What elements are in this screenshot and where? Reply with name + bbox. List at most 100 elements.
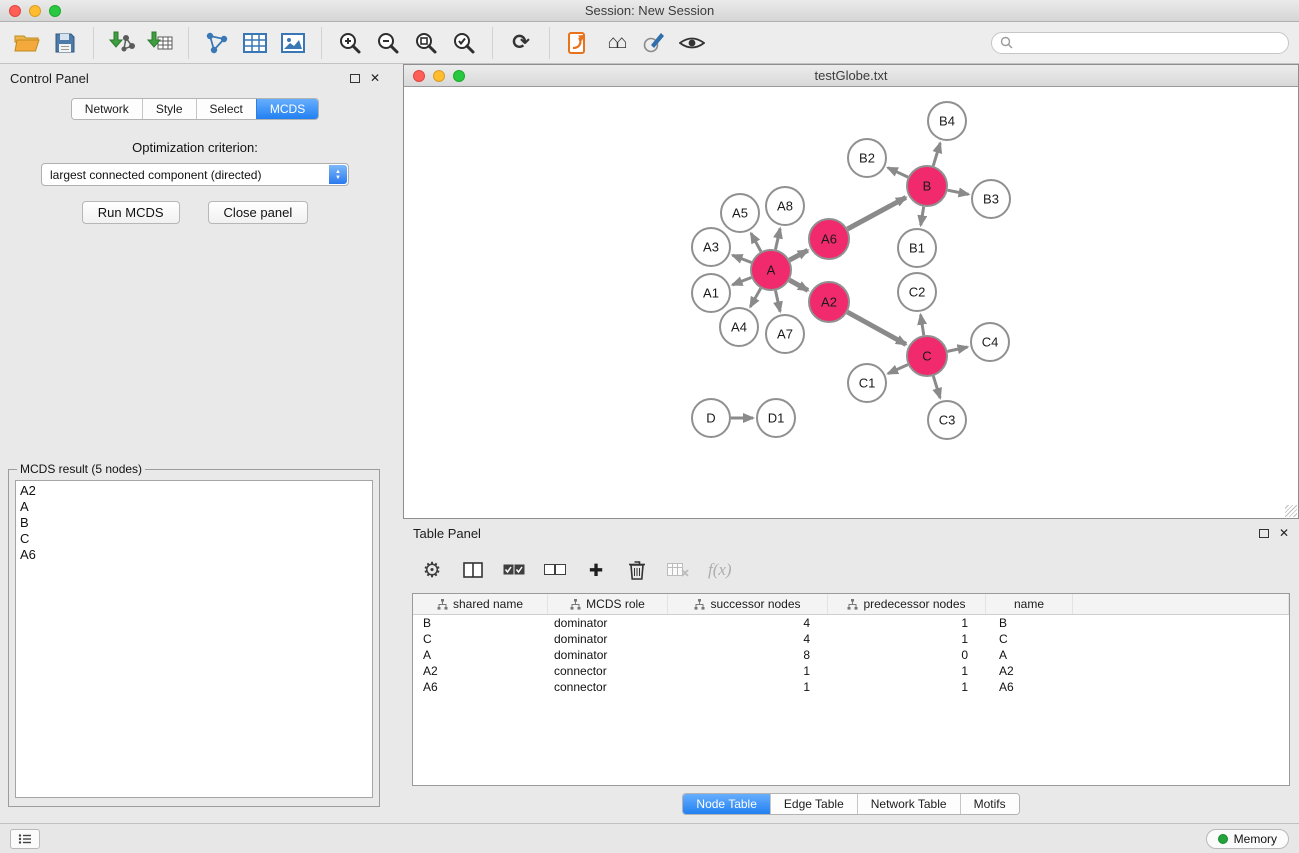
- edge-A-A4[interactable]: [750, 288, 760, 307]
- deselect-all-columns-button[interactable]: [544, 564, 566, 576]
- edge-A-A3[interactable]: [733, 255, 752, 262]
- edge-B-B4[interactable]: [933, 143, 940, 166]
- node-A4[interactable]: A4: [720, 308, 758, 346]
- close-panel-button[interactable]: Close panel: [208, 201, 309, 224]
- node-B[interactable]: B: [907, 166, 947, 206]
- create-column-button[interactable]: ✚: [585, 562, 607, 579]
- export-image-button[interactable]: [276, 26, 310, 60]
- node-C2[interactable]: C2: [898, 273, 936, 311]
- edge-A-A2[interactable]: [789, 280, 808, 290]
- edge-A2-C[interactable]: [847, 312, 906, 344]
- tab-network-table[interactable]: Network Table: [857, 794, 960, 814]
- close-panel-icon[interactable]: ✕: [370, 72, 380, 84]
- column-header-mcds-role[interactable]: MCDS role: [548, 594, 668, 614]
- minimize-network-button[interactable]: [433, 70, 445, 82]
- node-C3[interactable]: C3: [928, 401, 966, 439]
- new-table-button[interactable]: [238, 26, 272, 60]
- function-builder-button[interactable]: f(x): [708, 560, 732, 580]
- tab-node-table[interactable]: Node Table: [683, 794, 770, 814]
- select-all-columns-button[interactable]: [503, 564, 525, 576]
- new-network-button[interactable]: [200, 26, 234, 60]
- column-header-predecessor-nodes[interactable]: predecessor nodes: [828, 594, 986, 614]
- delete-column-button[interactable]: [626, 560, 648, 580]
- column-header-shared-name[interactable]: shared name: [413, 594, 548, 614]
- node-B4[interactable]: B4: [928, 102, 966, 140]
- close-network-button[interactable]: [413, 70, 425, 82]
- node-A5[interactable]: A5: [721, 194, 759, 232]
- node-A1[interactable]: A1: [692, 274, 730, 312]
- style-brush-button[interactable]: [637, 26, 671, 60]
- zoom-selected-button[interactable]: [447, 26, 481, 60]
- resize-grip[interactable]: [1285, 505, 1297, 517]
- node-A[interactable]: A: [751, 250, 791, 290]
- tab-motifs[interactable]: Motifs: [960, 794, 1019, 814]
- edge-C-C2[interactable]: [921, 315, 924, 336]
- edge-C-C3[interactable]: [933, 376, 940, 398]
- list-item[interactable]: B: [20, 515, 368, 531]
- mcds-result-list[interactable]: A2 A B C A6: [15, 480, 373, 798]
- edge-B-B3[interactable]: [948, 190, 969, 194]
- close-window-button[interactable]: [9, 5, 21, 17]
- criterion-select[interactable]: largest connected component (directed) ▲…: [41, 163, 349, 186]
- open-file-button[interactable]: [10, 26, 44, 60]
- node-C[interactable]: C: [907, 336, 947, 376]
- search-input[interactable]: [1018, 36, 1280, 50]
- tab-style[interactable]: Style: [142, 99, 196, 119]
- table-row[interactable]: A dominator 8 0 A: [413, 647, 1289, 663]
- edge-A-A1[interactable]: [733, 278, 752, 285]
- node-A2[interactable]: A2: [809, 282, 849, 322]
- table-row[interactable]: B dominator 4 1 B: [413, 615, 1289, 631]
- show-hide-button[interactable]: [675, 26, 709, 60]
- zoom-window-button[interactable]: [49, 5, 61, 17]
- edge-A-A5[interactable]: [751, 233, 761, 251]
- zoom-out-button[interactable]: [371, 26, 405, 60]
- import-network-from-file-button[interactable]: [105, 26, 139, 60]
- node-B2[interactable]: B2: [848, 139, 886, 177]
- list-item[interactable]: A6: [20, 547, 368, 563]
- node-D[interactable]: D: [692, 399, 730, 437]
- table-settings-button[interactable]: ⚙: [421, 560, 443, 581]
- tab-network[interactable]: Network: [72, 99, 142, 119]
- network-graph[interactable]: AA1A2A3A4A5A6A7A8BB1B2B3B4CC1C2C3C4DD1: [404, 87, 1298, 518]
- list-item[interactable]: A2: [20, 483, 368, 499]
- memory-button[interactable]: Memory: [1206, 829, 1289, 849]
- node-A8[interactable]: A8: [766, 187, 804, 225]
- zoom-network-button[interactable]: [453, 70, 465, 82]
- table-row[interactable]: A2 connector 1 1 A2: [413, 663, 1289, 679]
- node-A3[interactable]: A3: [692, 228, 730, 266]
- node-C1[interactable]: C1: [848, 364, 886, 402]
- edge-C-C1[interactable]: [888, 365, 908, 374]
- network-canvas[interactable]: AA1A2A3A4A5A6A7A8BB1B2B3B4CC1C2C3C4DD1: [404, 87, 1298, 518]
- column-header-successor-nodes[interactable]: successor nodes: [668, 594, 828, 614]
- import-table-from-file-button[interactable]: [143, 26, 177, 60]
- tab-select[interactable]: Select: [196, 99, 256, 119]
- node-D1[interactable]: D1: [757, 399, 795, 437]
- node-C4[interactable]: C4: [971, 323, 1009, 361]
- edge-C-C4[interactable]: [948, 347, 968, 351]
- close-table-panel-icon[interactable]: ✕: [1279, 527, 1289, 539]
- first-neighbors-button[interactable]: ⌂⌂: [599, 26, 633, 60]
- table-row[interactable]: C dominator 4 1 C: [413, 631, 1289, 647]
- edge-A-A7[interactable]: [776, 291, 781, 312]
- table-row[interactable]: A6 connector 1 1 A6: [413, 679, 1289, 695]
- edge-A-A6[interactable]: [790, 250, 808, 260]
- edge-B-B1[interactable]: [921, 207, 924, 226]
- list-item[interactable]: C: [20, 531, 368, 547]
- task-history-button[interactable]: [10, 829, 40, 849]
- edge-A-A8[interactable]: [776, 229, 781, 250]
- float-table-panel-icon[interactable]: [1259, 529, 1269, 538]
- float-panel-icon[interactable]: [350, 74, 360, 83]
- show-columns-button[interactable]: [462, 562, 484, 578]
- run-mcds-button[interactable]: Run MCDS: [82, 201, 180, 224]
- delete-table-button[interactable]: [667, 563, 689, 577]
- toolbar-search[interactable]: [991, 32, 1289, 54]
- zoom-fit-button[interactable]: [409, 26, 443, 60]
- node-B1[interactable]: B1: [898, 229, 936, 267]
- edge-A6-B[interactable]: [848, 197, 906, 229]
- node-B3[interactable]: B3: [972, 180, 1010, 218]
- edge-B-B2[interactable]: [888, 168, 908, 177]
- node-A6[interactable]: A6: [809, 219, 849, 259]
- refresh-view-button[interactable]: ⟳: [504, 26, 538, 60]
- tab-edge-table[interactable]: Edge Table: [770, 794, 857, 814]
- minimize-window-button[interactable]: [29, 5, 41, 17]
